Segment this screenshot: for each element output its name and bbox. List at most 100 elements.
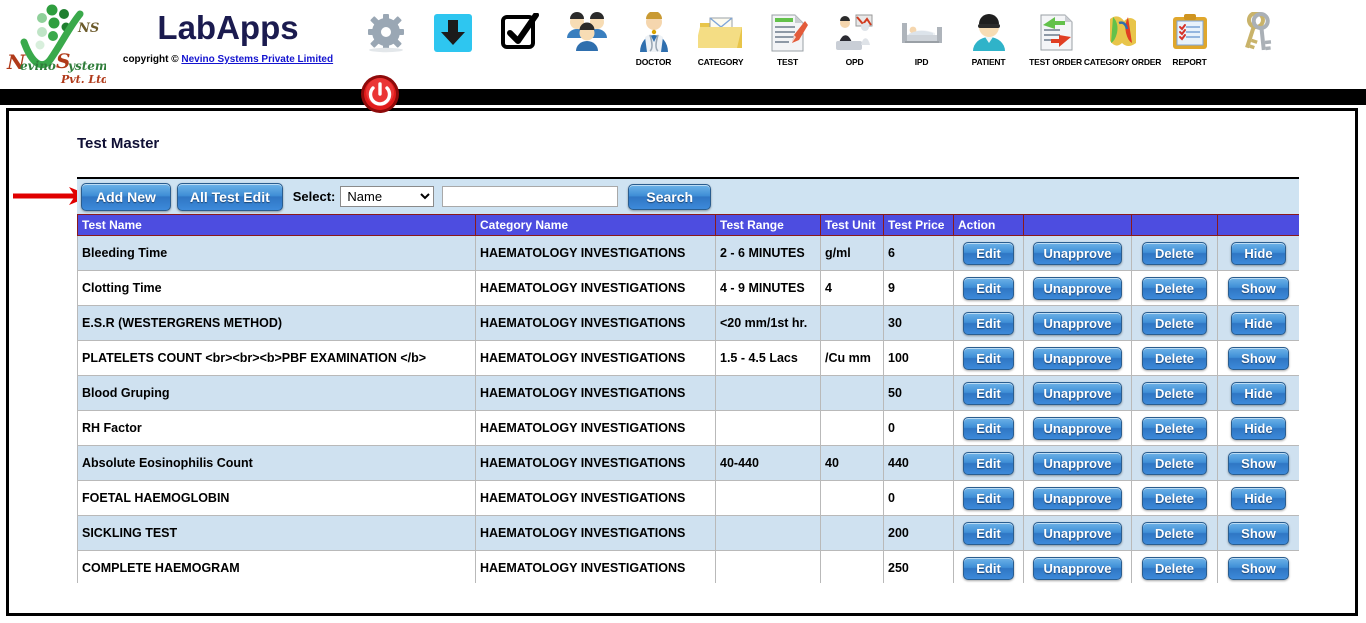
edit-button[interactable]: Edit [963,487,1014,510]
app-header: NS N evino S ystems Pvt. Ltd. LabApps co… [0,0,1366,90]
nav-opd[interactable]: OPD [821,4,888,84]
nav-doctor[interactable]: DOCTOR [620,4,687,84]
cell-edit: Edit [954,446,1024,481]
table-row[interactable]: E.S.R (WESTERGRENS METHOD) HAEMATOLOGY I… [78,306,1300,341]
delete-button[interactable]: Delete [1142,452,1207,475]
copyright-link[interactable]: Nevino Systems Private Limited [181,54,333,65]
visibility-toggle-button[interactable]: Show [1228,557,1289,580]
unapprove-button[interactable]: Unapprove [1033,522,1123,545]
visibility-toggle-button[interactable]: Hide [1231,382,1285,405]
power-off-button[interactable] [360,74,400,114]
unapprove-button[interactable]: Unapprove [1033,557,1123,580]
unapprove-button[interactable]: Unapprove [1033,417,1123,440]
visibility-toggle-button[interactable]: Hide [1231,242,1285,265]
cell-delete: Delete [1132,551,1218,584]
cell-approve: Unapprove [1024,411,1132,446]
table-row[interactable]: RH Factor HAEMATOLOGY INVESTIGATIONS 0 E… [78,411,1300,446]
visibility-toggle-button[interactable]: Show [1228,522,1289,545]
nav-download[interactable] [419,4,486,84]
cell-range: 4 - 9 MINUTES [716,271,821,306]
cell-range [716,376,821,411]
search-input[interactable] [442,186,618,207]
table-row[interactable]: Blood Gruping HAEMATOLOGY INVESTIGATIONS… [78,376,1300,411]
nav-keys-logout[interactable] [1223,4,1290,84]
visibility-toggle-button[interactable]: Hide [1231,417,1285,440]
table-row[interactable]: SICKLING TEST HAEMATOLOGY INVESTIGATIONS… [78,516,1300,551]
test-order-icon [1035,10,1077,56]
delete-button[interactable]: Delete [1142,347,1207,370]
nav-category-label: CATEGORY [698,57,744,67]
unapprove-button[interactable]: Unapprove [1033,347,1123,370]
unapprove-button[interactable]: Unapprove [1033,487,1123,510]
nav-patient[interactable]: PATIENT [955,4,1022,84]
visibility-toggle-button[interactable]: Hide [1231,312,1285,335]
table-row[interactable]: Absolute Eosinophilis Count HAEMATOLOGY … [78,446,1300,481]
table-row[interactable]: COMPLETE HAEMOGRAM HAEMATOLOGY INVESTIGA… [78,551,1300,584]
unapprove-button[interactable]: Unapprove [1033,452,1123,475]
delete-button[interactable]: Delete [1142,522,1207,545]
search-button[interactable]: Search [628,184,711,210]
delete-button[interactable]: Delete [1142,557,1207,580]
visibility-toggle-button[interactable]: Hide [1231,487,1285,510]
nav-category[interactable]: CATEGORY [687,4,754,84]
unapprove-button[interactable]: Unapprove [1033,312,1123,335]
nav-category-order-label: CATEGORY ORDER [1084,57,1161,67]
copyright-prefix: copyright © [123,54,181,65]
cell-visibility: Hide [1218,376,1300,411]
cell-approve: Unapprove [1024,551,1132,584]
search-field-select[interactable]: Name [340,186,434,207]
delete-button[interactable]: Delete [1142,382,1207,405]
edit-button[interactable]: Edit [963,347,1014,370]
nav-test-order[interactable]: TEST ORDER [1022,4,1089,84]
nav-settings[interactable] [352,4,419,84]
table-row[interactable]: Bleeding Time HAEMATOLOGY INVESTIGATIONS… [78,236,1300,271]
table-body: Bleeding Time HAEMATOLOGY INVESTIGATIONS… [78,236,1300,584]
table-row[interactable]: Clotting Time HAEMATOLOGY INVESTIGATIONS… [78,271,1300,306]
delete-button[interactable]: Delete [1142,417,1207,440]
unapprove-button[interactable]: Unapprove [1033,242,1123,265]
cell-delete: Delete [1132,271,1218,306]
table-row[interactable]: PLATELETS COUNT <br><br><b>PBF EXAMINATI… [78,341,1300,376]
edit-button[interactable]: Edit [963,417,1014,440]
nav-test[interactable]: TEST [754,4,821,84]
nav-approve[interactable] [486,4,553,84]
edit-button[interactable]: Edit [963,522,1014,545]
edit-button[interactable]: Edit [963,382,1014,405]
cell-edit: Edit [954,411,1024,446]
nav-users[interactable] [553,4,620,84]
nav-category-order[interactable]: CATEGORY ORDER [1089,4,1156,84]
nav-report[interactable]: REPORT [1156,4,1223,84]
visibility-toggle-button[interactable]: Show [1228,277,1289,300]
col-test-name: Test Name [78,215,476,236]
all-test-edit-button[interactable]: All Test Edit [177,183,283,211]
cell-edit: Edit [954,341,1024,376]
edit-button[interactable]: Edit [963,277,1014,300]
nav-report-label: REPORT [1172,57,1206,67]
table-row[interactable]: FOETAL HAEMOGLOBIN HAEMATOLOGY INVESTIGA… [78,481,1300,516]
cell-delete: Delete [1132,516,1218,551]
edit-button[interactable]: Edit [963,557,1014,580]
col-action-2 [1024,215,1132,236]
visibility-toggle-button[interactable]: Show [1228,452,1289,475]
cell-visibility: Hide [1218,481,1300,516]
unapprove-button[interactable]: Unapprove [1033,277,1123,300]
header-divider [0,89,1366,105]
nav-ipd[interactable]: IPD [888,4,955,84]
unapprove-button[interactable]: Unapprove [1033,382,1123,405]
test-master-table-container[interactable]: Test Name Category Name Test Range Test … [77,214,1299,583]
edit-button[interactable]: Edit [963,452,1014,475]
delete-button[interactable]: Delete [1142,312,1207,335]
delete-button[interactable]: Delete [1142,242,1207,265]
delete-button[interactable]: Delete [1142,277,1207,300]
edit-button[interactable]: Edit [963,242,1014,265]
edit-button[interactable]: Edit [963,312,1014,335]
cell-category: HAEMATOLOGY INVESTIGATIONS [476,446,716,481]
content-frame: Test Master Add New All Test Edit Select… [6,108,1358,616]
cell-visibility: Show [1218,446,1300,481]
select-label: Select: [293,189,336,204]
delete-button[interactable]: Delete [1142,487,1207,510]
cell-unit: 40 [821,446,884,481]
cell-category: HAEMATOLOGY INVESTIGATIONS [476,516,716,551]
visibility-toggle-button[interactable]: Show [1228,347,1289,370]
add-new-button[interactable]: Add New [81,183,171,211]
